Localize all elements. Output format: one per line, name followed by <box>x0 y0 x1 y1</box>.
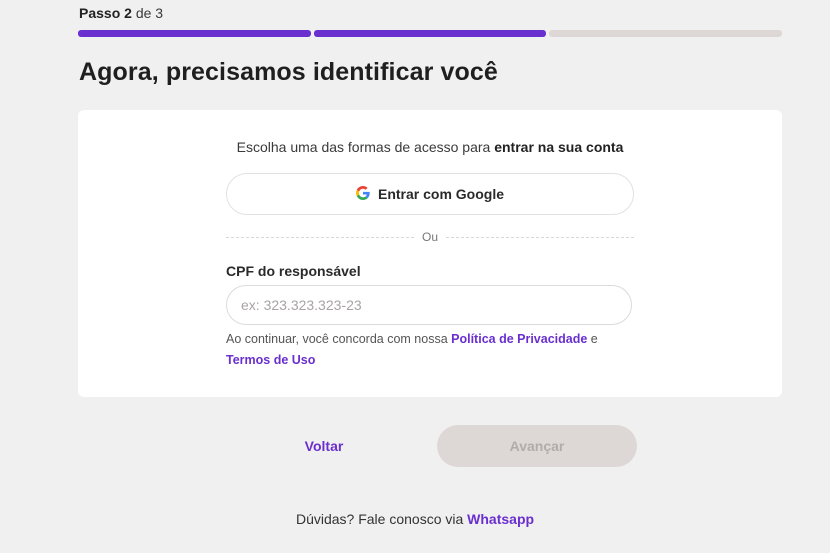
intro-text: Escolha uma das formas de acesso para <box>236 139 491 155</box>
divider-text: Ou <box>422 230 439 244</box>
step-word: Passo <box>79 5 121 21</box>
next-button[interactable]: Avançar <box>437 425 637 467</box>
divider-line-left <box>226 236 414 238</box>
google-icon <box>355 185 370 203</box>
progress-segment-1 <box>78 30 311 37</box>
terms-and: e <box>590 332 598 346</box>
help-footer: Dúvidas? Fale conosco via Whatsapp <box>0 511 830 527</box>
progress-segment-3 <box>549 30 783 37</box>
step-current: 2 <box>124 5 132 21</box>
help-text: Dúvidas? Fale conosco via <box>295 511 464 527</box>
cpf-label: CPF do responsável <box>226 263 361 279</box>
access-intro: Escolha uma das formas de acesso para en… <box>78 139 782 155</box>
page-title: Agora, precisamos identificar você <box>79 58 498 86</box>
intro-bold: entrar na sua conta <box>494 139 624 155</box>
privacy-policy-link[interactable]: Política de Privacidade <box>451 332 587 346</box>
google-login-button[interactable]: Entrar com Google <box>226 173 634 215</box>
terms-of-use-link[interactable]: Termos de Uso <box>226 353 315 367</box>
step-of: de <box>135 5 152 21</box>
terms-prefix: Ao continuar, você concorda com nossa <box>226 332 448 346</box>
whatsapp-link[interactable]: Whatsapp <box>467 511 534 527</box>
google-login-label: Entrar com Google <box>377 186 505 202</box>
divider-line-right <box>446 236 635 238</box>
or-divider: Ou <box>226 229 635 245</box>
back-button[interactable]: Voltar <box>283 426 365 466</box>
login-card: Escolha uma das formas de acesso para en… <box>78 110 782 397</box>
terms-notice: Ao continuar, você concorda com nossa Po… <box>226 329 646 371</box>
cpf-input[interactable] <box>226 285 632 325</box>
step-indicator: Passo 2 de 3 <box>79 5 163 21</box>
progress-segment-2 <box>313 30 547 37</box>
progress-bar <box>78 30 783 37</box>
step-total: 3 <box>155 5 164 21</box>
